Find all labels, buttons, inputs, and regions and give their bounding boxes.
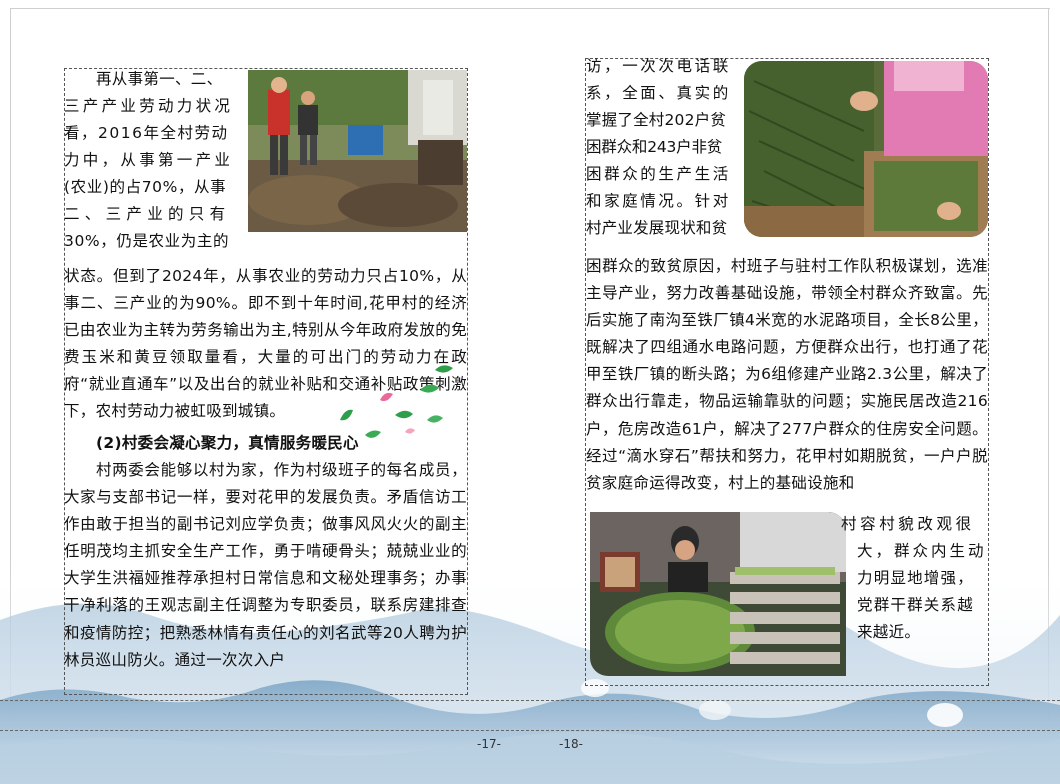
right-intro-line: 访，一次次电话联 [586, 57, 731, 75]
decorative-leaves-icon [340, 365, 453, 438]
page-number-left: -17- [477, 737, 501, 751]
right-outro-line: 大，群众内生动 [857, 542, 987, 560]
vegetable-harvest-photo [744, 61, 988, 237]
right-intro-line: 掌握了全村202户贫 [586, 111, 727, 129]
right-outro-line: 党群干群关系越 [857, 596, 974, 614]
left-body-paragraph-2: 村两委会能够以村为家，作为村级班子的每名成员，大家与支部书记一样，要对花甲的发展… [64, 457, 467, 674]
left-body-text-2: 村两委会能够以村为家，作为村级班子的每名成员，大家与支部书记一样，要对花甲的发展… [64, 461, 467, 669]
right-outro-line: 力明显地增强， [857, 569, 974, 587]
left-intro-line: 力中，从事第一产业 [64, 151, 234, 169]
guide-line-top [0, 700, 1060, 701]
drying-trays-photo [590, 512, 846, 676]
right-intro-line: 和家庭情况。针对 [586, 192, 731, 210]
frame-top-border [10, 8, 1050, 9]
left-intro-line: 三产产业劳动力状况 [64, 97, 234, 115]
farm-workers-photo [248, 70, 467, 232]
left-intro-line: 30%，仍是农业为主的 [64, 232, 230, 250]
right-outro-line: 村容村貌改观很 [841, 515, 975, 533]
left-intro-line: (农业)的占70%，从事 [64, 178, 227, 196]
right-outro-line: 来越近。 [857, 623, 921, 641]
right-intro-line: 系，全面、真实的 [586, 84, 731, 102]
left-intro-line: 看，2016年全村劳动 [64, 124, 229, 142]
left-intro-line: 再从事第一、二、 [96, 70, 223, 88]
document-spread: 再从事第一、二、 三产产业劳动力状况 看，2016年全村劳动 力中，从事第一产业… [0, 0, 1060, 784]
right-intro-line: 困群众和243户非贫 [586, 138, 723, 156]
page-number-right: -18- [559, 737, 583, 751]
right-intro-line: 困群众的生产生活 [586, 165, 731, 183]
left-intro-line: 二、三产业的只有 [64, 205, 231, 223]
right-intro-line: 村产业发展现状和贫 [586, 219, 728, 237]
guide-line-bottom [0, 730, 1060, 731]
right-body-paragraph: 困群众的致贫原因，村班子与驻村工作队积极谋划，选准主导产业，努力改善基础设施，带… [586, 257, 988, 492]
